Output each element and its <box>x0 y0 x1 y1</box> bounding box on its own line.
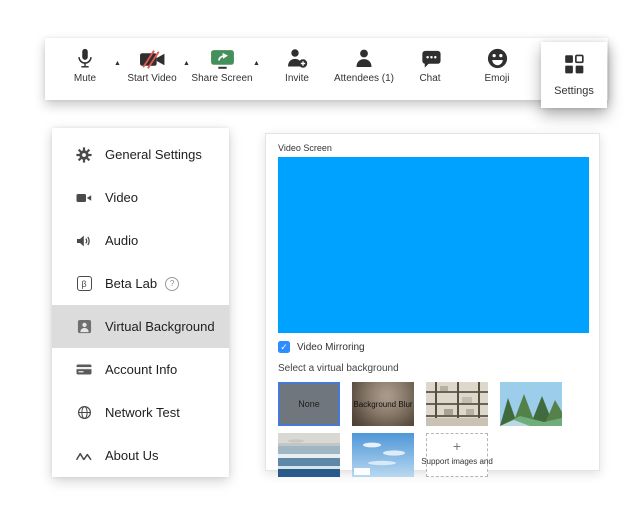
microphone-icon <box>74 45 96 70</box>
sidebar-item-label: Beta Lab <box>105 276 157 291</box>
background-tile-sky[interactable] <box>352 433 414 477</box>
sidebar-item-label: About Us <box>105 448 158 463</box>
share-screen-button[interactable]: Share Screen <box>184 45 260 84</box>
video-camera-icon <box>75 192 93 204</box>
background-tile-shelves[interactable] <box>426 382 488 426</box>
attendees-label: Attendees (1) <box>334 73 394 84</box>
check-icon: ✓ <box>280 342 288 353</box>
help-circle-icon[interactable]: ? <box>165 277 179 291</box>
background-tile-none[interactable]: None <box>278 382 340 426</box>
sidebar-item-label: Video <box>105 190 138 205</box>
video-mirroring-label: Video Mirroring <box>297 342 365 353</box>
add-background-button[interactable]: + Support images and <box>426 433 488 477</box>
settings-label: Settings <box>554 85 594 97</box>
background-tile-blur[interactable]: Background Blur <box>352 382 414 426</box>
video-screen-label: Video Screen <box>278 143 587 153</box>
sidebar-item-video[interactable]: Video <box>52 176 229 219</box>
speaker-icon <box>75 234 93 248</box>
gear-icon <box>75 147 93 163</box>
sky-image <box>352 433 414 477</box>
invite-button[interactable]: Invite <box>259 45 335 84</box>
sidebar-item-label: Virtual Background <box>105 319 215 334</box>
sidebar-item-label: Network Test <box>105 405 180 420</box>
sidebar-item-account-info[interactable]: Account Info <box>52 348 229 391</box>
add-background-hint: Support images and <box>421 457 493 466</box>
chat-button[interactable]: Chat <box>392 45 468 84</box>
sidebar-item-label: General Settings <box>105 147 202 162</box>
settings-sidebar: General Settings Video Audio <box>52 128 229 477</box>
meeting-toolbar: Mute ▲ Start Video ▲ <box>45 38 608 100</box>
background-thumbnails-grid: None Background Blur <box>278 382 587 477</box>
emoji-smiley-icon <box>486 45 509 70</box>
blur-tile-label: Background Blur <box>353 400 412 409</box>
peaks-icon <box>75 451 93 461</box>
attendees-button[interactable]: Attendees (1) <box>326 45 402 84</box>
video-mirroring-row: ✓ Video Mirroring <box>278 341 587 353</box>
mountains-image <box>500 382 562 426</box>
sidebar-item-virtual-background[interactable]: Virtual Background <box>52 305 229 348</box>
invite-person-plus-icon <box>285 45 309 70</box>
background-tile-ocean[interactable] <box>278 433 340 477</box>
background-tile-mountains[interactable] <box>500 382 562 426</box>
select-background-label: Select a virtual background <box>278 363 587 374</box>
ocean-image <box>278 433 340 477</box>
plus-icon: + <box>427 438 487 454</box>
video-camera-off-icon <box>139 45 166 70</box>
invite-label: Invite <box>285 73 309 84</box>
id-card-icon <box>75 363 93 376</box>
shelves-image <box>426 382 488 426</box>
settings-grid-icon <box>563 53 585 80</box>
start-video-label: Start Video <box>127 73 176 84</box>
sidebar-item-beta-lab[interactable]: β Beta Lab ? <box>52 262 229 305</box>
mute-button[interactable]: Mute <box>47 45 123 84</box>
start-video-button[interactable]: Start Video <box>114 45 190 84</box>
chat-label: Chat <box>419 73 440 84</box>
emoji-label: Emoji <box>484 73 509 84</box>
emoji-button[interactable]: Emoji <box>459 45 535 84</box>
settings-button[interactable]: Settings <box>541 42 607 108</box>
share-screen-icon <box>209 45 236 70</box>
sidebar-item-audio[interactable]: Audio <box>52 219 229 262</box>
sidebar-item-label: Account Info <box>105 362 177 377</box>
sidebar-item-general-settings[interactable]: General Settings <box>52 133 229 176</box>
sidebar-item-label: Audio <box>105 233 138 248</box>
chat-bubble-icon <box>419 45 442 70</box>
globe-icon <box>75 405 93 420</box>
attendees-person-icon <box>352 45 376 70</box>
portrait-photo-icon <box>75 319 93 334</box>
video-preview-screen <box>278 157 589 333</box>
share-screen-label: Share Screen <box>191 73 252 84</box>
sidebar-item-about-us[interactable]: About Us <box>52 434 229 477</box>
video-mirroring-checkbox[interactable]: ✓ <box>278 341 290 353</box>
sidebar-item-network-test[interactable]: Network Test <box>52 391 229 434</box>
virtual-background-panel: Video Screen ✓ Video Mirroring Select a … <box>265 133 600 471</box>
beta-box-icon: β <box>75 276 93 291</box>
page: Mute ▲ Start Video ▲ <box>0 0 640 514</box>
mute-label: Mute <box>74 73 96 84</box>
none-tile-label: None <box>298 399 320 409</box>
